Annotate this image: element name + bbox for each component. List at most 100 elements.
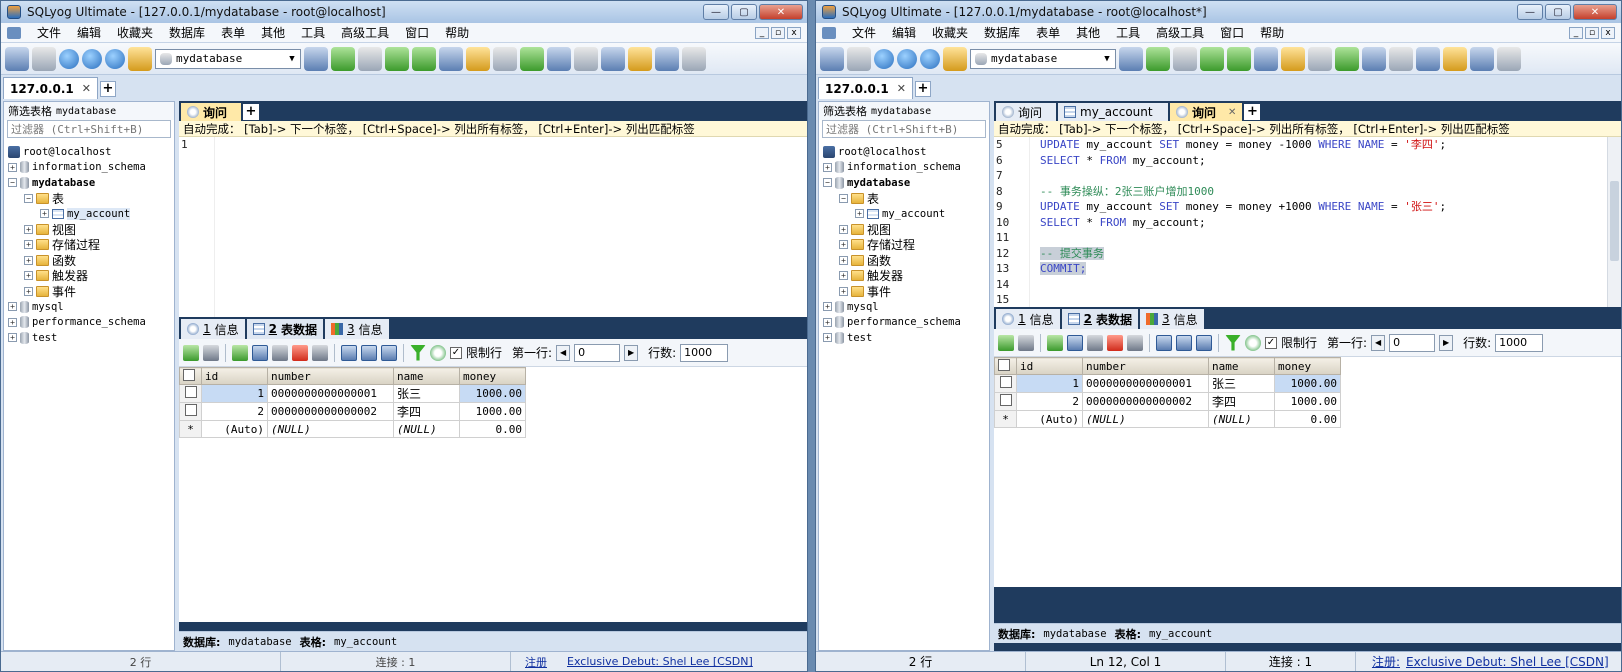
cell-id[interactable]: 1: [201, 384, 268, 403]
user-manager-icon[interactable]: [304, 46, 328, 71]
tree-node-information-schema[interactable]: + information_schema: [8, 160, 170, 176]
tab-my-account[interactable]: my_account: [1058, 103, 1168, 121]
expand-icon[interactable]: +: [8, 162, 17, 172]
cell-money[interactable]: 0.00: [459, 420, 526, 438]
query-editor[interactable]: 1: [179, 137, 807, 317]
menu-database[interactable]: 数据库: [161, 24, 213, 41]
expand-icon[interactable]: +: [823, 162, 832, 172]
cell-number[interactable]: (NULL): [267, 420, 394, 438]
status-register[interactable]: 注册: [511, 652, 561, 671]
menu-other[interactable]: 其他: [253, 24, 293, 41]
tree-node-tables[interactable]: − 表: [8, 191, 170, 207]
select-all-checkbox[interactable]: [998, 358, 1010, 371]
menu-advanced-tools[interactable]: 高级工具: [1148, 24, 1212, 41]
tree-node-test[interactable]: + test: [823, 330, 985, 346]
menu-advanced-tools[interactable]: 高级工具: [333, 24, 397, 41]
select-all-header[interactable]: [994, 357, 1017, 375]
row-checkbox[interactable]: [179, 384, 202, 403]
connection-tab[interactable]: 127.0.0.1 ✕: [818, 77, 913, 99]
expand-icon[interactable]: +: [823, 333, 832, 343]
close-icon[interactable]: ✕: [82, 82, 91, 95]
refresh-icon[interactable]: [1245, 334, 1261, 351]
export-icon[interactable]: [412, 46, 436, 71]
cell-number[interactable]: 0000000000000001: [1082, 374, 1209, 393]
cell-id[interactable]: 1: [1016, 374, 1083, 393]
cell-name[interactable]: 李四: [1208, 392, 1275, 411]
tree-node-information-schema[interactable]: + information_schema: [823, 160, 985, 176]
close-icon[interactable]: ✕: [1228, 107, 1236, 118]
add-connection-button[interactable]: +: [100, 81, 116, 97]
performance-icon[interactable]: [1470, 46, 1494, 71]
select-all-header[interactable]: [179, 367, 202, 385]
menu-database[interactable]: 数据库: [976, 24, 1028, 41]
tree-node-functions[interactable]: + 函数: [8, 253, 170, 269]
column-header[interactable]: name: [393, 367, 460, 385]
tab-query-2[interactable]: 询问 ✕: [1170, 103, 1243, 121]
maximize-button[interactable]: ▢: [731, 4, 757, 20]
new-query-icon[interactable]: [847, 46, 871, 71]
menu-table[interactable]: 表单: [1028, 24, 1068, 41]
tree-node-functions[interactable]: + 函数: [823, 253, 985, 269]
tree-node-mysql[interactable]: + mysql: [8, 299, 170, 315]
refresh-icon[interactable]: [430, 344, 446, 361]
cell-name[interactable]: (NULL): [393, 420, 460, 438]
schema-designer-icon[interactable]: [1254, 46, 1278, 71]
form-view-icon[interactable]: [1176, 334, 1192, 351]
column-header[interactable]: name: [1208, 357, 1275, 375]
maximize-button[interactable]: ▢: [1545, 4, 1571, 20]
tree-node-mydatabase[interactable]: − mydatabase: [823, 175, 985, 191]
duplicate-row-icon[interactable]: [252, 344, 268, 361]
menu-edit[interactable]: 编辑: [884, 24, 924, 41]
status-register[interactable]: 注册:: [1356, 652, 1400, 671]
tree-node-performance-schema[interactable]: + performance_schema: [823, 315, 985, 331]
tree-node-procedures[interactable]: + 存储过程: [823, 237, 985, 253]
create-db-icon[interactable]: [331, 46, 355, 71]
select-all-checkbox[interactable]: [183, 368, 195, 381]
next-page-button[interactable]: ▶: [624, 344, 639, 361]
menu-edit[interactable]: 编辑: [69, 24, 109, 41]
row-checkbox[interactable]: [179, 402, 202, 421]
create-db-icon[interactable]: [1146, 46, 1170, 71]
mdi-minimize-button[interactable]: _: [1569, 26, 1583, 39]
query-editor[interactable]: 5 6 7 8 9 10 11 12 13 14 15 16 UPDATE my…: [994, 137, 1621, 307]
expand-icon[interactable]: +: [8, 317, 17, 327]
status-credit[interactable]: Exclusive Debut: Shel Lee [CSDN]: [561, 652, 753, 671]
tab-info-1[interactable]: 1 信息: [181, 319, 245, 339]
filter-icon[interactable]: [410, 344, 426, 361]
save-icon[interactable]: [272, 344, 288, 361]
cell-id[interactable]: 2: [1016, 392, 1083, 411]
schema-designer-icon[interactable]: [439, 46, 463, 71]
delete-icon[interactable]: [1107, 334, 1123, 351]
tab-query[interactable]: 询问: [181, 103, 241, 121]
tree-node-my-account[interactable]: + my_account: [8, 206, 170, 222]
delete-icon[interactable]: [292, 344, 308, 361]
tab-info-1[interactable]: 1 信息: [996, 309, 1060, 329]
row-checkbox[interactable]: [994, 392, 1017, 411]
filter-input[interactable]: 过滤器 (Ctrl+Shift+B): [7, 120, 171, 138]
tree-node-server[interactable]: root@localhost: [8, 144, 170, 160]
table-row-new[interactable]: * (Auto) (NULL) (NULL) 0.00: [994, 410, 1341, 428]
menu-tools[interactable]: 工具: [293, 24, 333, 41]
cell-name[interactable]: (NULL): [1208, 410, 1275, 428]
first-row-input[interactable]: 0: [574, 343, 621, 362]
user-manager-icon[interactable]: [1119, 46, 1143, 71]
cell-id[interactable]: (Auto): [201, 420, 268, 438]
performance-icon[interactable]: [655, 46, 679, 71]
tree-node-events[interactable]: + 事件: [823, 284, 985, 300]
menu-favorites[interactable]: 收藏夹: [924, 24, 976, 41]
expand-icon[interactable]: +: [24, 224, 33, 234]
rows-count-input[interactable]: 1000: [680, 343, 729, 362]
cell-number[interactable]: 0000000000000002: [267, 402, 394, 421]
insert-row-icon[interactable]: [998, 334, 1014, 351]
tab-info-3[interactable]: 3 信息: [1140, 309, 1204, 329]
database-select[interactable]: mydatabase ▼: [970, 48, 1116, 69]
migration-icon[interactable]: [574, 46, 598, 71]
menu-table[interactable]: 表单: [213, 24, 253, 41]
menu-favorites[interactable]: 收藏夹: [109, 24, 161, 41]
copy-db-icon[interactable]: [1362, 46, 1386, 71]
form-view-icon[interactable]: [361, 344, 377, 361]
expand-icon[interactable]: +: [24, 255, 33, 265]
transaction-icon[interactable]: [128, 46, 152, 71]
mdi-restore-button[interactable]: ▫: [771, 26, 785, 39]
new-connection-icon[interactable]: [5, 46, 29, 71]
